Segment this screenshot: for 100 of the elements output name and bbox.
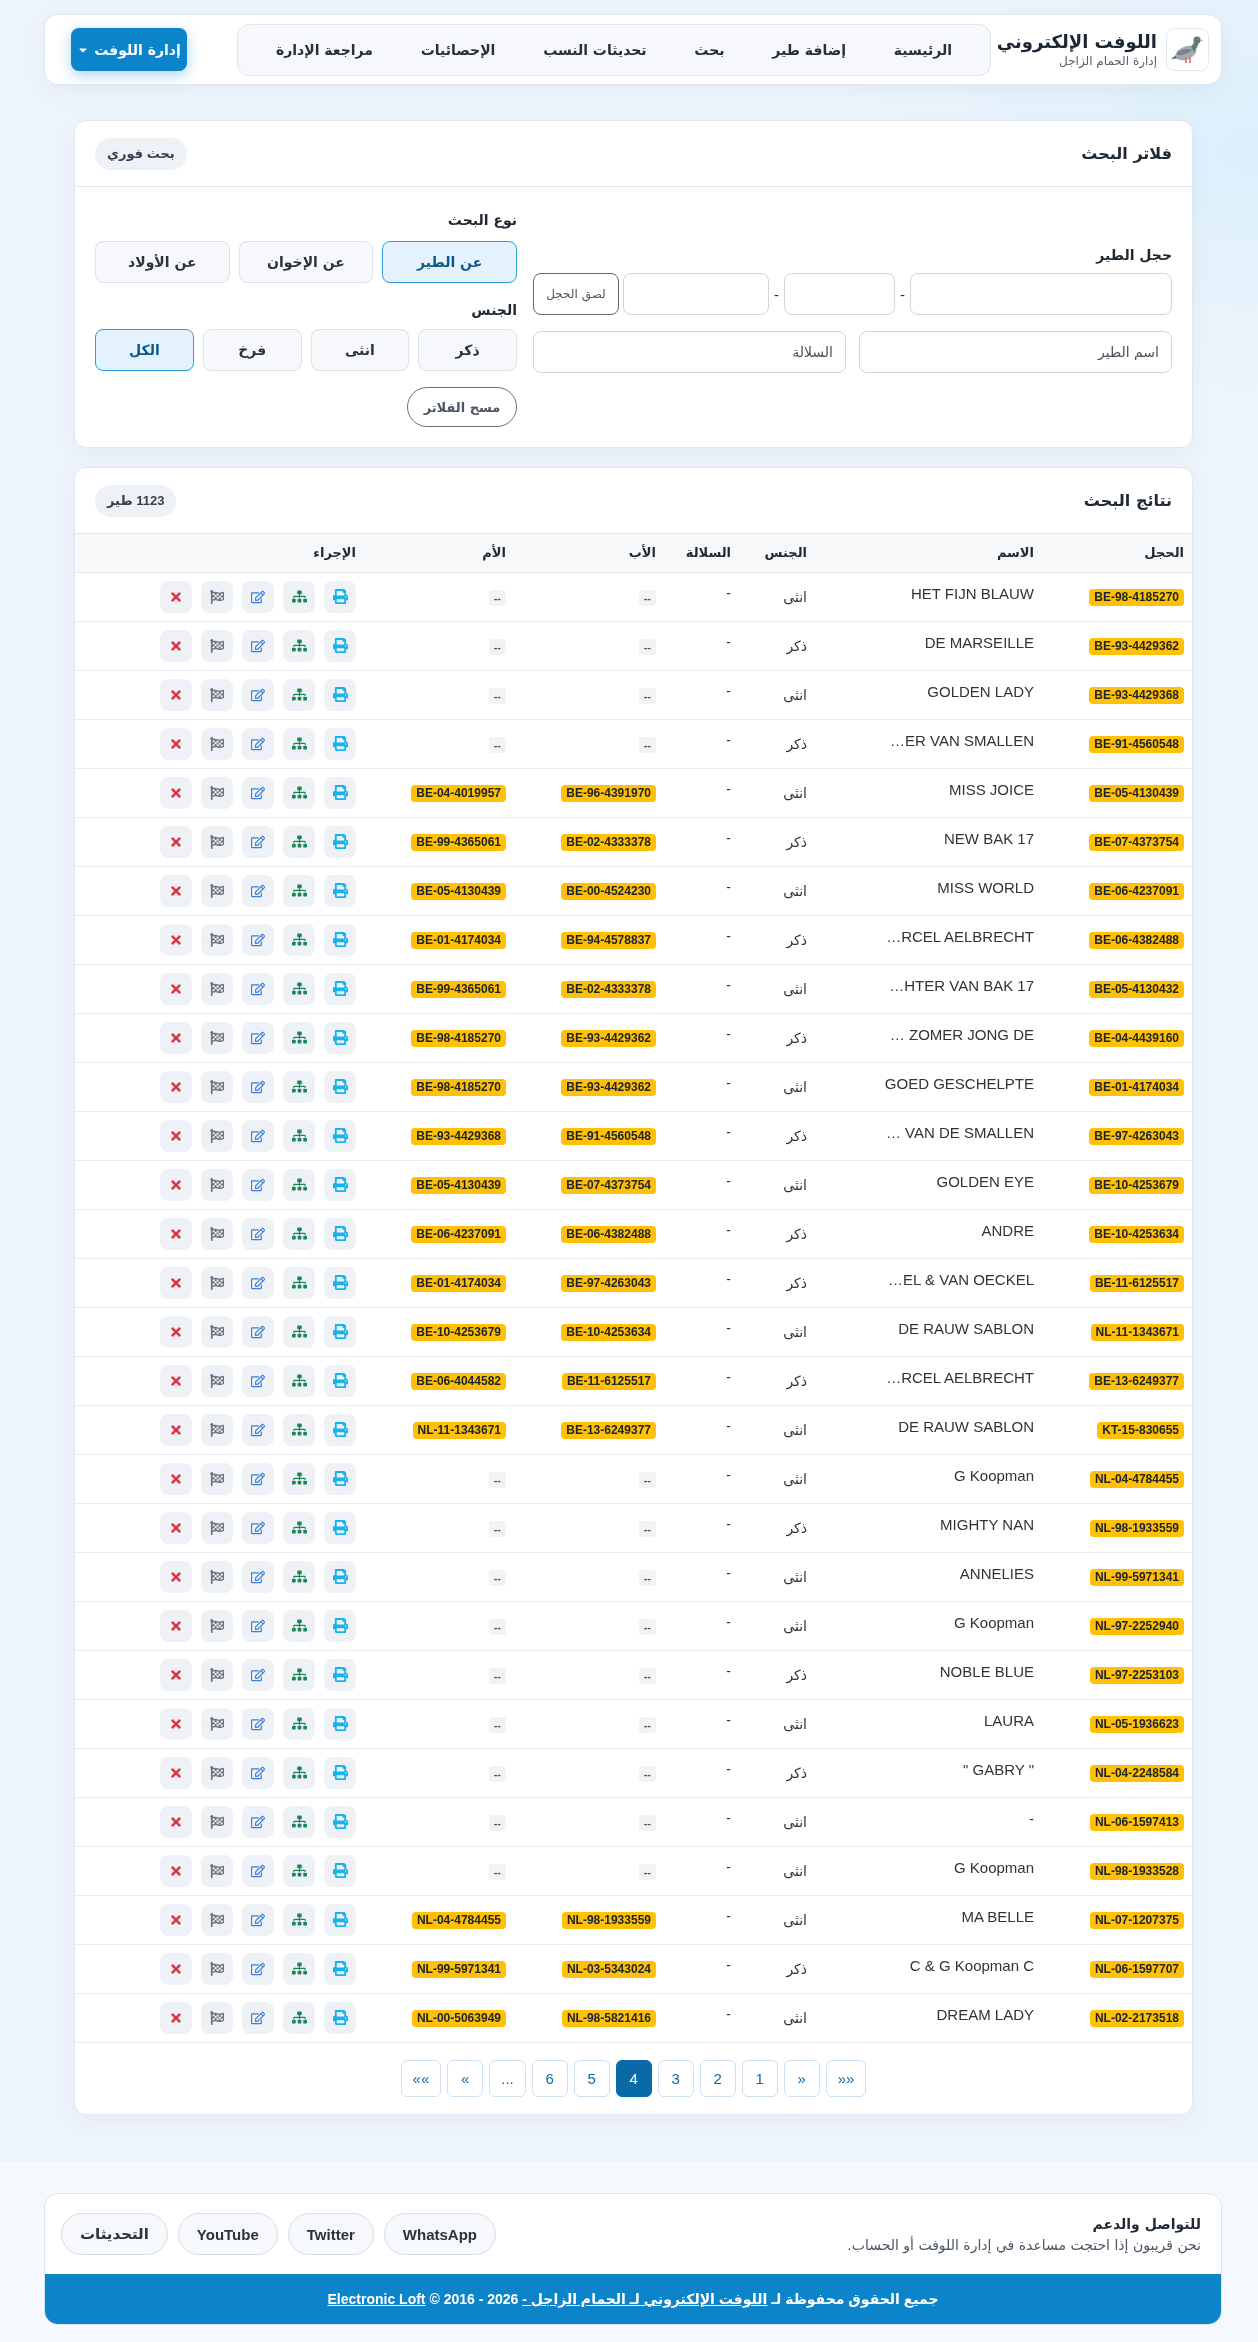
print-button[interactable] bbox=[324, 1315, 356, 1348]
pedigree-button[interactable] bbox=[283, 678, 315, 711]
edit-button[interactable] bbox=[242, 1217, 274, 1250]
pedigree-button[interactable] bbox=[283, 1413, 315, 1446]
flag-button[interactable] bbox=[201, 1560, 233, 1593]
print-button[interactable] bbox=[324, 1952, 356, 1985]
flag-button[interactable] bbox=[201, 776, 233, 809]
page-button[interactable]: 2 bbox=[699, 2059, 736, 2097]
edit-button[interactable] bbox=[242, 776, 274, 809]
flag-button[interactable] bbox=[201, 1364, 233, 1397]
pedigree-button[interactable] bbox=[283, 1462, 315, 1495]
flag-button[interactable] bbox=[201, 2001, 233, 2034]
nav-link[interactable]: تحديثات النسب bbox=[543, 41, 647, 58]
nav-link[interactable]: إضافة طير bbox=[772, 41, 846, 58]
flag-button[interactable] bbox=[201, 580, 233, 613]
delete-button[interactable] bbox=[160, 825, 192, 858]
delete-button[interactable] bbox=[160, 1315, 192, 1348]
pedigree-button[interactable] bbox=[283, 1266, 315, 1299]
print-button[interactable] bbox=[324, 629, 356, 662]
edit-button[interactable] bbox=[242, 1413, 274, 1446]
delete-button[interactable] bbox=[160, 776, 192, 809]
edit-button[interactable] bbox=[242, 1609, 274, 1642]
site-link[interactable]: اللوفت الإلكتروني لـ الحمام الزاجل - bbox=[522, 2291, 768, 2307]
pedigree-button[interactable] bbox=[283, 1560, 315, 1593]
delete-button[interactable] bbox=[160, 1903, 192, 1936]
delete-button[interactable] bbox=[160, 1364, 192, 1397]
delete-button[interactable] bbox=[160, 1168, 192, 1201]
print-button[interactable] bbox=[324, 874, 356, 907]
pedigree-button[interactable] bbox=[283, 1658, 315, 1691]
footer-link[interactable]: WhatsApp bbox=[383, 2213, 496, 2255]
nav-link[interactable]: الرئيسية bbox=[893, 41, 952, 58]
print-button[interactable] bbox=[324, 2001, 356, 2034]
pedigree-button[interactable] bbox=[283, 972, 315, 1005]
print-button[interactable] bbox=[324, 1119, 356, 1152]
pedigree-button[interactable] bbox=[283, 1756, 315, 1789]
pedigree-button[interactable] bbox=[283, 1119, 315, 1152]
footer-link[interactable]: Twitter bbox=[287, 2213, 374, 2255]
flag-button[interactable] bbox=[201, 1168, 233, 1201]
flag-button[interactable] bbox=[201, 1952, 233, 1985]
edit-button[interactable] bbox=[242, 874, 274, 907]
edit-button[interactable] bbox=[242, 629, 274, 662]
delete-button[interactable] bbox=[160, 678, 192, 711]
pedigree-button[interactable] bbox=[283, 1021, 315, 1054]
print-button[interactable] bbox=[324, 1462, 356, 1495]
flag-button[interactable] bbox=[201, 629, 233, 662]
ring-input-field[interactable] bbox=[910, 273, 1172, 315]
print-button[interactable] bbox=[324, 1168, 356, 1201]
flag-button[interactable] bbox=[201, 1462, 233, 1495]
pedigree-button[interactable] bbox=[283, 2001, 315, 2034]
flag-button[interactable] bbox=[201, 1315, 233, 1348]
delete-button[interactable] bbox=[160, 1511, 192, 1544]
flag-button[interactable] bbox=[201, 678, 233, 711]
edit-button[interactable] bbox=[242, 1462, 274, 1495]
edit-button[interactable] bbox=[242, 923, 274, 956]
pedigree-button[interactable] bbox=[283, 1511, 315, 1544]
pedigree-button[interactable] bbox=[283, 1609, 315, 1642]
print-button[interactable] bbox=[324, 1266, 356, 1299]
delete-button[interactable] bbox=[160, 1952, 192, 1985]
edit-button[interactable] bbox=[242, 1315, 274, 1348]
pedigree-button[interactable] bbox=[283, 1805, 315, 1838]
flag-button[interactable] bbox=[201, 874, 233, 907]
delete-button[interactable] bbox=[160, 972, 192, 1005]
edit-button[interactable] bbox=[242, 1560, 274, 1593]
sex-filter-button[interactable]: فرخ bbox=[202, 329, 302, 371]
delete-button[interactable] bbox=[160, 727, 192, 760]
loft-menu-button[interactable]: إدارة اللوفت bbox=[71, 28, 187, 71]
flag-button[interactable] bbox=[201, 1658, 233, 1691]
delete-button[interactable] bbox=[160, 1560, 192, 1593]
page-button[interactable]: « bbox=[447, 2059, 484, 2097]
page-button[interactable]: 3 bbox=[657, 2059, 694, 2097]
edit-button[interactable] bbox=[242, 1364, 274, 1397]
pedigree-button[interactable] bbox=[283, 874, 315, 907]
flag-button[interactable] bbox=[201, 825, 233, 858]
sex-filter-button[interactable]: ذكر bbox=[418, 329, 517, 371]
bird-name-field[interactable]: اسم الطير bbox=[859, 331, 1172, 373]
print-button[interactable] bbox=[324, 1021, 356, 1054]
print-button[interactable] bbox=[324, 678, 356, 711]
delete-button[interactable] bbox=[160, 923, 192, 956]
edit-button[interactable] bbox=[242, 1168, 274, 1201]
print-button[interactable] bbox=[324, 1854, 356, 1887]
edit-button[interactable] bbox=[242, 727, 274, 760]
pedigree-button[interactable] bbox=[283, 1168, 315, 1201]
edit-button[interactable] bbox=[242, 580, 274, 613]
pedigree-button[interactable] bbox=[283, 1952, 315, 1985]
search-type-button[interactable]: عن الطير bbox=[382, 241, 517, 283]
delete-button[interactable] bbox=[160, 1119, 192, 1152]
print-button[interactable] bbox=[324, 1756, 356, 1789]
pedigree-button[interactable] bbox=[283, 629, 315, 662]
search-type-button[interactable]: عن الإخوان bbox=[238, 241, 374, 283]
nav-link[interactable]: مراجعة الإدارة bbox=[275, 41, 373, 58]
print-button[interactable] bbox=[324, 923, 356, 956]
edit-button[interactable] bbox=[242, 1854, 274, 1887]
delete-button[interactable] bbox=[160, 1217, 192, 1250]
pedigree-button[interactable] bbox=[283, 727, 315, 760]
print-button[interactable] bbox=[324, 1658, 356, 1691]
delete-button[interactable] bbox=[160, 1266, 192, 1299]
delete-button[interactable] bbox=[160, 1854, 192, 1887]
print-button[interactable] bbox=[324, 1364, 356, 1397]
print-button[interactable] bbox=[324, 1217, 356, 1250]
page-button[interactable]: ... bbox=[489, 2059, 526, 2097]
